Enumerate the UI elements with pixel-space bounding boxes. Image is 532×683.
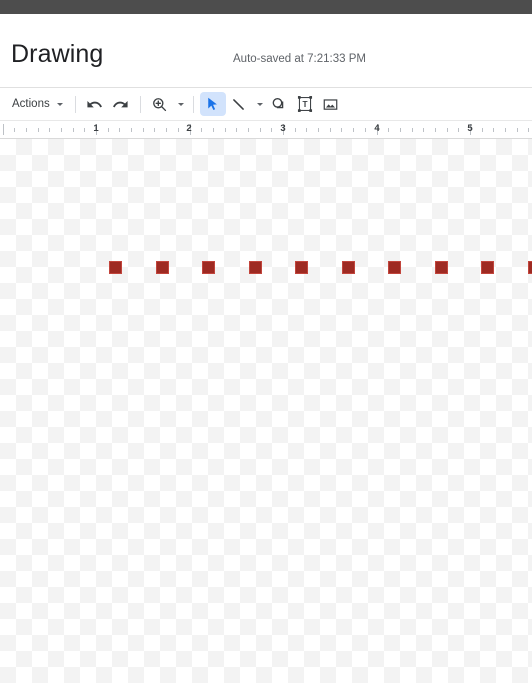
ruler-minor-tick (434, 128, 436, 132)
undo-button[interactable] (82, 92, 108, 116)
ruler-minor-tick (294, 128, 296, 132)
line-dropdown-button[interactable] (252, 92, 266, 116)
shape-icon (272, 98, 283, 109)
text-box-icon: T (297, 96, 312, 112)
canvas-shape-square[interactable] (342, 261, 355, 274)
ruler-minor-tick (353, 128, 355, 132)
toolbar-divider (192, 95, 194, 113)
ruler-label: 1 (93, 123, 99, 134)
line-tool-button[interactable] (226, 92, 252, 116)
ruler-minor-tick (411, 128, 413, 132)
ruler-label: 5 (467, 123, 473, 134)
zoom-dropdown-button[interactable] (173, 92, 187, 116)
ruler-minor-tick (388, 128, 390, 132)
ruler-minor-tick (119, 128, 121, 132)
ruler-minor-tick (329, 128, 331, 132)
ruler-minor-tick (271, 128, 273, 132)
canvas-shape-square[interactable] (481, 261, 494, 274)
actions-menu-label: Actions (12, 98, 50, 110)
ruler-minor-tick (154, 128, 156, 132)
drawing-toolbar: Actions T (0, 88, 532, 121)
zoom-button[interactable] (147, 92, 173, 116)
ruler-label: 4 (374, 123, 380, 134)
horizontal-ruler[interactable]: 1 2 3 4 5 (0, 121, 532, 139)
ruler-minor-tick (25, 128, 27, 132)
chevron-down-icon (56, 102, 63, 106)
ruler-minor-tick (446, 128, 448, 132)
ruler-minor-tick (236, 128, 238, 132)
canvas-shape-square[interactable] (388, 261, 401, 274)
line-icon (233, 98, 245, 110)
ruler-minor-tick (166, 128, 168, 132)
ruler-minor-tick (423, 128, 425, 132)
svg-text:T: T (302, 100, 307, 109)
ruler-minor-tick (399, 128, 401, 132)
canvas-shape-square[interactable] (435, 261, 448, 274)
ruler-minor-tick (306, 128, 308, 132)
canvas-shape-square[interactable] (109, 261, 122, 274)
canvas-shape-square[interactable] (249, 261, 262, 274)
ruler-minor-tick (247, 128, 249, 132)
ruler-minor-tick (60, 128, 62, 132)
select-tool-button[interactable] (199, 92, 226, 116)
ruler-minor-tick (107, 128, 109, 132)
ruler-minor-tick (341, 128, 343, 132)
ruler-minor-tick (493, 128, 495, 132)
autosave-status: Auto-saved at 7:21:33 PM (233, 53, 366, 65)
ruler-minor-tick (212, 128, 214, 132)
text-box-tool-button[interactable]: T (292, 92, 318, 116)
ruler-minor-tick (259, 128, 261, 132)
ruler-minor-tick (72, 128, 74, 132)
ruler-minor-tick (142, 128, 144, 132)
image-icon (323, 98, 338, 110)
ruler-minor-tick (177, 128, 179, 132)
ruler-minor-tick (37, 128, 39, 132)
ruler-label: 3 (280, 123, 286, 134)
canvas-shape-square[interactable] (528, 261, 532, 274)
window-chrome-bar (0, 0, 532, 14)
ruler-minor-tick (516, 128, 518, 132)
ruler-minor-tick (318, 128, 320, 132)
ruler-minor-tick (14, 128, 16, 132)
undo-icon (87, 100, 103, 107)
ruler-minor-tick (131, 128, 133, 132)
ruler-minor-tick (201, 128, 203, 132)
ruler-minor-tick (458, 128, 460, 132)
ruler-minor-tick (224, 128, 226, 132)
chevron-down-icon (178, 102, 185, 106)
ruler-minor-tick (84, 128, 86, 132)
chevron-down-icon (257, 102, 264, 106)
ruler-minor-tick (505, 128, 507, 132)
toolbar-divider (74, 95, 76, 113)
ruler-minor-tick (364, 128, 366, 132)
app-header: Drawing Auto-saved at 7:21:33 PM (0, 14, 532, 88)
toolbar-divider (139, 95, 141, 113)
redo-button[interactable] (108, 92, 134, 116)
shape-tool-button[interactable] (266, 92, 292, 116)
ruler-minor-tick (528, 128, 530, 132)
ruler-major-tick (2, 124, 4, 135)
canvas-shape-square[interactable] (156, 261, 169, 274)
drawing-canvas[interactable] (0, 139, 532, 683)
canvas-shape-square[interactable] (295, 261, 308, 274)
cursor-arrow-icon (208, 97, 218, 110)
ruler-minor-tick (481, 128, 483, 132)
canvas-shape-square[interactable] (202, 261, 215, 274)
actions-menu-button[interactable]: Actions (8, 92, 69, 116)
redo-icon (113, 100, 128, 107)
page-title: Drawing (11, 40, 104, 68)
image-tool-button[interactable] (318, 92, 344, 116)
ruler-minor-tick (49, 128, 51, 132)
ruler-label: 2 (186, 123, 192, 134)
zoom-in-icon (153, 97, 167, 111)
